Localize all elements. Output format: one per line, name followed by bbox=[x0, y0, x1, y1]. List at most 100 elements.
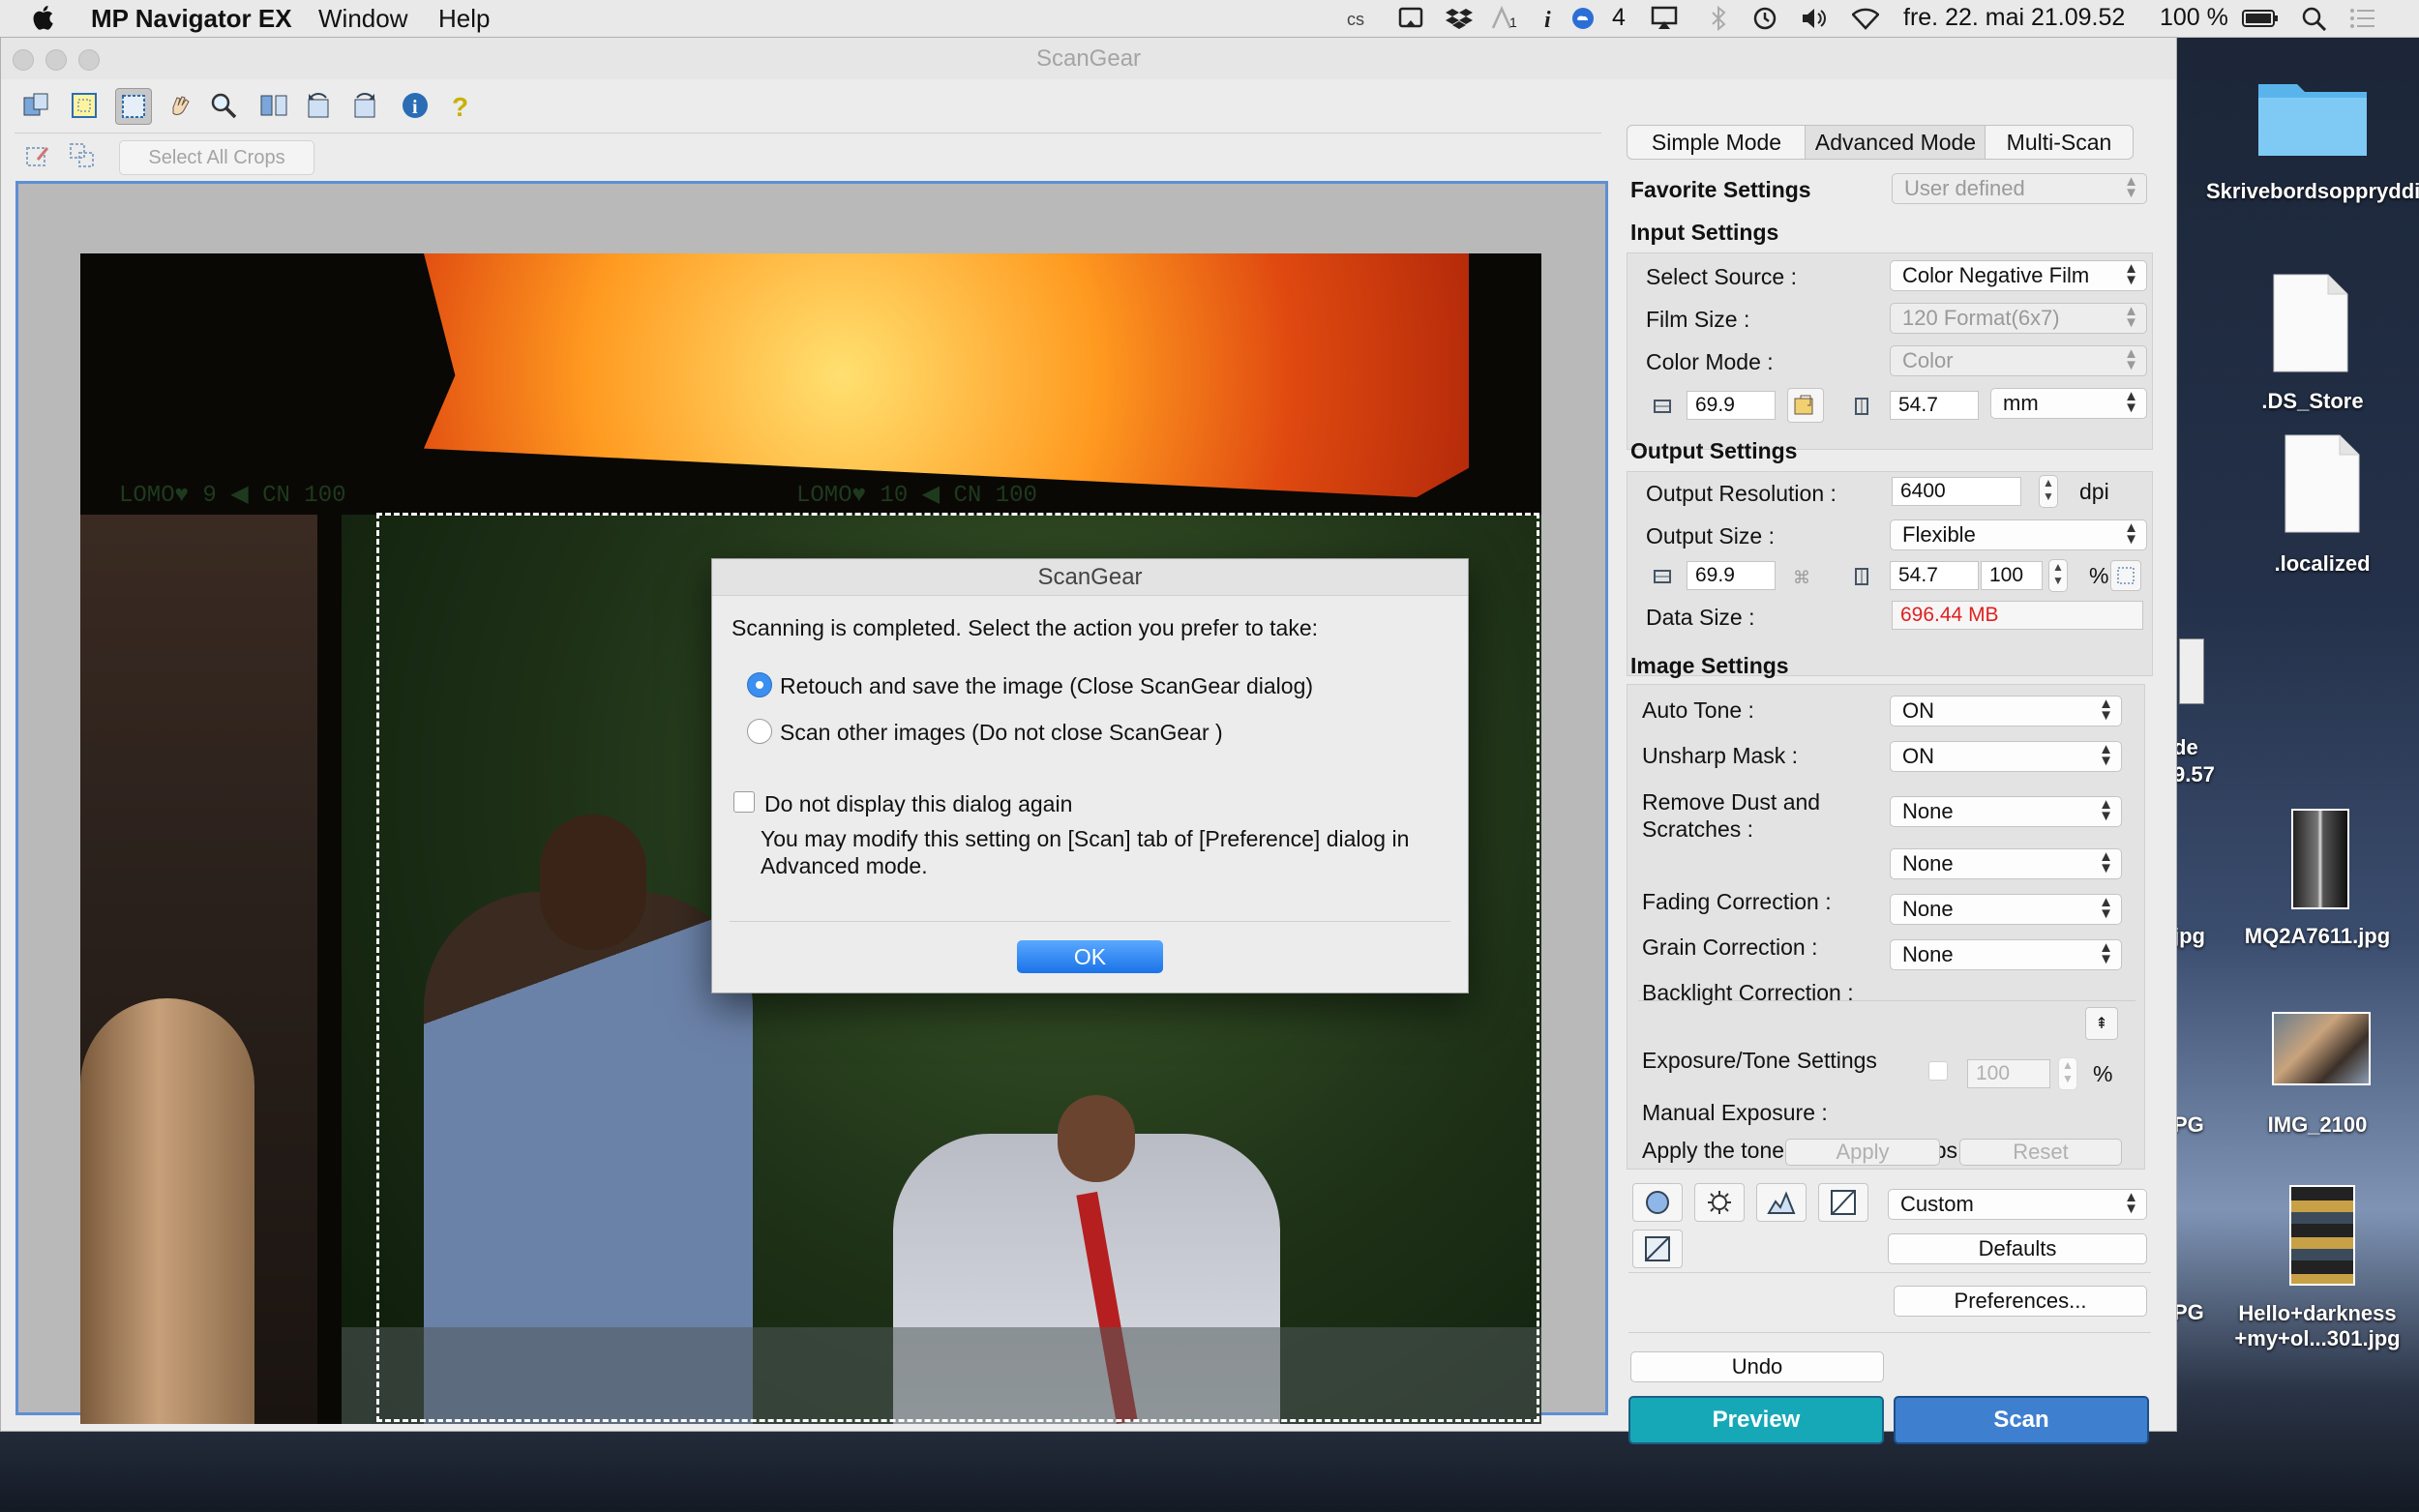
histogram-button[interactable] bbox=[1756, 1183, 1807, 1222]
spotlight-search-icon[interactable] bbox=[2301, 6, 2328, 31]
info-icon[interactable]: i bbox=[1538, 6, 1566, 31]
notification-center-icon[interactable] bbox=[2349, 6, 2376, 31]
wifi-icon[interactable] bbox=[1852, 6, 1879, 31]
film-size-select[interactable]: 120 Format(6x7) ▲ ▼ bbox=[1890, 303, 2147, 334]
tone-curve-button[interactable] bbox=[1818, 1183, 1868, 1222]
exposure-stepper[interactable]: ▲ ▼ bbox=[2058, 1057, 2077, 1090]
favorite-settings-select[interactable]: User defined ▲ ▼ bbox=[1892, 173, 2147, 204]
font-icon[interactable]: 1 bbox=[1490, 6, 1517, 31]
select-all-crops-button[interactable]: Select All Crops bbox=[119, 140, 314, 175]
retouch-option-label[interactable]: Retouch and save the image (Close ScanGe… bbox=[780, 673, 1313, 699]
output-width-field[interactable]: 69.9 bbox=[1687, 561, 1776, 590]
information-button[interactable]: i bbox=[398, 88, 433, 123]
desktop-image-label[interactable]: MQ2A7611.jpg bbox=[2225, 924, 2409, 949]
output-frame-button[interactable] bbox=[2110, 560, 2141, 591]
desktop-file-label-ds-store[interactable]: .DS_Store bbox=[2225, 389, 2400, 414]
preferences-button[interactable]: Preferences... bbox=[1894, 1286, 2147, 1317]
reset-button[interactable]: Reset bbox=[1959, 1139, 2122, 1166]
swap-dimensions-icon[interactable]: ⌘ bbox=[1793, 566, 1818, 587]
advanced-mode-tab[interactable]: Advanced Mode bbox=[1805, 125, 1986, 160]
rotate-right-90-button[interactable] bbox=[347, 88, 382, 123]
desktop-image-label[interactable]: Hello+darkness +my+ol...301.jpg bbox=[2216, 1301, 2419, 1351]
volume-icon[interactable] bbox=[1800, 6, 1827, 31]
remove-dust-label: Remove Dust and Scratches : bbox=[1642, 789, 1821, 842]
collapse-exposure-button[interactable]: ⇞ bbox=[2085, 1007, 2118, 1040]
multi-crop-button[interactable] bbox=[65, 138, 100, 173]
creative-cloud-icon[interactable] bbox=[1569, 6, 1597, 31]
retouch-radio[interactable] bbox=[747, 672, 772, 697]
desktop-folder-label[interactable]: Skrivebordsopprydding bbox=[2206, 179, 2419, 204]
bluetooth-icon[interactable] bbox=[1705, 6, 1732, 31]
undo-button[interactable]: Undo bbox=[1630, 1351, 1884, 1382]
file-icon[interactable] bbox=[2284, 433, 2361, 534]
title-bar[interactable]: ScanGear bbox=[1, 38, 2176, 79]
partial-thumbnail[interactable] bbox=[2179, 638, 2204, 704]
scale-stepper[interactable]: ▲ ▼ bbox=[2048, 559, 2068, 592]
manual-exposure-checkbox[interactable] bbox=[1928, 1061, 1948, 1081]
rotate-left-button[interactable] bbox=[18, 88, 53, 123]
remove-dust-select[interactable]: None ▲ ▼ bbox=[1890, 796, 2122, 827]
output-height-field[interactable]: 54.7 bbox=[1890, 561, 1979, 590]
simple-mode-tab[interactable]: Simple Mode bbox=[1627, 125, 1807, 160]
input-width-field[interactable]: 69.9 bbox=[1687, 391, 1776, 420]
unit-select[interactable]: mm ▲ ▼ bbox=[1990, 388, 2147, 419]
app-menu[interactable]: MP Navigator EX bbox=[91, 4, 292, 34]
dialog-note: You may modify this setting on [Scan] ta… bbox=[761, 826, 1410, 851]
desktop-file-label-localized[interactable]: .localized bbox=[2235, 551, 2409, 577]
creative-sync-icon[interactable]: cs bbox=[1347, 6, 1374, 31]
select-source-select[interactable]: Color Negative Film ▲ ▼ bbox=[1890, 260, 2147, 291]
image-thumbnail[interactable] bbox=[2289, 1185, 2355, 1286]
scan-other-option-label[interactable]: Scan other images (Do not close ScanGear… bbox=[780, 720, 1223, 746]
output-size-select[interactable]: Flexible ▲ ▼ bbox=[1890, 519, 2147, 550]
rotate-left-90-button[interactable] bbox=[301, 88, 336, 123]
grain-correction-select[interactable]: None ▲ ▼ bbox=[1890, 894, 2122, 925]
help-menu[interactable]: Help bbox=[438, 4, 490, 34]
multi-scan-tab[interactable]: Multi-Scan bbox=[1985, 125, 2134, 160]
defaults-button[interactable]: Defaults bbox=[1888, 1233, 2147, 1264]
color-mode-select[interactable]: Color ▲ ▼ bbox=[1890, 345, 2147, 376]
do-not-display-label[interactable]: Do not display this dialog again bbox=[764, 791, 1072, 817]
folder-icon[interactable] bbox=[2255, 73, 2371, 160]
final-review-button[interactable] bbox=[1632, 1230, 1683, 1268]
auto-tone-select[interactable]: ON ▲ ▼ bbox=[1890, 696, 2122, 726]
image-thumbnail[interactable] bbox=[2291, 809, 2349, 909]
zoom-button[interactable] bbox=[206, 88, 241, 123]
do-not-display-checkbox[interactable] bbox=[733, 791, 755, 813]
battery-icon[interactable] bbox=[2241, 6, 2280, 31]
scan-other-radio[interactable] bbox=[747, 719, 772, 744]
unsharp-mask-select[interactable]: ON ▲ ▼ bbox=[1890, 741, 2122, 772]
battery-percent[interactable]: 100 % bbox=[2160, 4, 2228, 32]
clock[interactable]: fre. 22. mai 21.09.52 bbox=[1903, 4, 2125, 32]
output-resolution-field[interactable]: 6400 bbox=[1892, 477, 2021, 506]
aspect-ratio-lock-button[interactable] bbox=[1787, 388, 1824, 423]
apple-icon[interactable] bbox=[31, 3, 58, 32]
apply-button[interactable]: Apply bbox=[1785, 1139, 1940, 1166]
desktop-image-label[interactable]: IMG_2100 bbox=[2225, 1112, 2409, 1138]
input-height-field[interactable]: 54.7 bbox=[1890, 391, 1979, 420]
crop-button[interactable] bbox=[115, 88, 152, 125]
scan-button[interactable]: Scan bbox=[1894, 1396, 2149, 1444]
resolution-stepper[interactable]: ▲ ▼ bbox=[2039, 475, 2058, 508]
screen-capture-icon[interactable] bbox=[1397, 6, 1424, 31]
fading-correction-select[interactable]: None ▲ ▼ bbox=[1890, 848, 2122, 879]
manual-exposure-field[interactable]: 100 bbox=[1967, 1059, 2050, 1088]
output-scale-field[interactable]: 100 bbox=[1981, 561, 2043, 590]
tone-preset-select[interactable]: Custom ▲ ▼ bbox=[1888, 1189, 2147, 1220]
window-menu[interactable]: Window bbox=[318, 4, 407, 34]
airplay-icon[interactable] bbox=[1651, 6, 1678, 31]
crop-edit-button[interactable] bbox=[20, 138, 55, 173]
tone-curve-icon bbox=[1831, 1190, 1856, 1215]
backlight-correction-select[interactable]: None ▲ ▼ bbox=[1890, 939, 2122, 970]
time-machine-icon[interactable] bbox=[1751, 6, 1778, 31]
help-button[interactable]: ? bbox=[442, 88, 477, 123]
auto-crop-button[interactable] bbox=[67, 88, 102, 123]
dropbox-icon[interactable] bbox=[1446, 6, 1473, 31]
preview-button[interactable]: Preview bbox=[1628, 1396, 1884, 1444]
ok-button[interactable]: OK bbox=[1017, 940, 1163, 973]
file-icon[interactable] bbox=[2272, 273, 2349, 373]
image-thumbnail[interactable] bbox=[2272, 1012, 2371, 1085]
saturation-balance-button[interactable] bbox=[1632, 1183, 1683, 1222]
brightness-contrast-button[interactable] bbox=[1694, 1183, 1745, 1222]
mirror-button[interactable] bbox=[256, 88, 291, 123]
move-image-button[interactable] bbox=[164, 88, 198, 123]
